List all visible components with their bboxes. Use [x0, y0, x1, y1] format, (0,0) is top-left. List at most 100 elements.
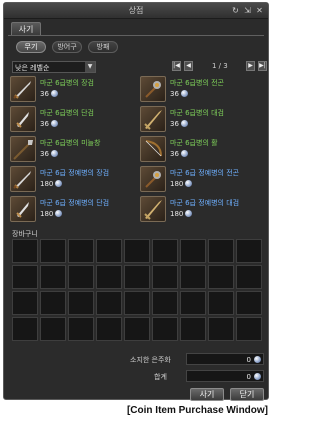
item-name: 마군 6급병의 대검: [170, 109, 224, 117]
sword-icon[interactable]: [10, 166, 36, 192]
resize-icon[interactable]: ⇲: [243, 6, 252, 15]
subtab-weapon[interactable]: 무기: [16, 41, 46, 53]
close-button[interactable]: 닫기: [230, 388, 264, 401]
coin-icon: [185, 210, 193, 217]
item-entry[interactable]: 마군 6급병의 대검 36: [140, 106, 266, 134]
cart-slot[interactable]: [236, 265, 262, 289]
cart-slot[interactable]: [152, 239, 178, 263]
item-name: 마군 6급 정예병의 전곤: [170, 169, 240, 177]
refresh-icon[interactable]: ↻: [231, 6, 240, 15]
tab-buy[interactable]: 사기: [11, 22, 41, 35]
item-price-value: 36: [170, 150, 179, 158]
cart-slot[interactable]: [68, 239, 94, 263]
item-price: 180: [40, 210, 63, 218]
cart-slot[interactable]: [40, 239, 66, 263]
sort-dropdown[interactable]: 낮은 레벨순 ▼: [12, 61, 96, 73]
item-entry[interactable]: 마군 6급병의 단검 36: [10, 106, 136, 134]
dagger-icon[interactable]: [10, 196, 36, 222]
cart-slot[interactable]: [12, 291, 38, 315]
subtab-shield[interactable]: 방패: [88, 41, 118, 53]
cart-slot[interactable]: [180, 317, 206, 341]
coin-icon: [55, 210, 63, 217]
cart-slot[interactable]: [180, 265, 206, 289]
cart-slot[interactable]: [208, 317, 234, 341]
coin-icon: [55, 180, 63, 187]
prev-page-icon[interactable]: ◀: [184, 61, 193, 71]
item-entry[interactable]: 마군 6급 정예병의 장검 180: [10, 166, 136, 194]
item-entry[interactable]: 마군 6급병의 전곤 36: [140, 76, 266, 104]
cart-slot[interactable]: [68, 317, 94, 341]
cart-slot[interactable]: [12, 317, 38, 341]
cart-slot[interactable]: [96, 265, 122, 289]
item-name: 마군 6급 정예병의 단검: [40, 199, 110, 207]
item-name: 마군 6급 정예병의 장검: [40, 169, 110, 177]
cart-slot[interactable]: [124, 239, 150, 263]
page-indicator: 1 / 3: [212, 62, 228, 70]
greatsword-icon[interactable]: [140, 196, 166, 222]
next-page-icon[interactable]: ▶: [246, 61, 255, 71]
item-price: 36: [40, 150, 58, 158]
item-entry[interactable]: 마군 6급병의 미늘창 36: [10, 136, 136, 164]
chevron-down-icon[interactable]: ▼: [85, 62, 95, 72]
owned-coins-label: 소지한 은주화: [130, 356, 171, 364]
polearm-icon[interactable]: [10, 136, 36, 162]
cart-slot[interactable]: [152, 291, 178, 315]
sort-label: 낮은 레벨순: [15, 64, 50, 72]
cart-slot[interactable]: [124, 317, 150, 341]
cart-slot[interactable]: [236, 291, 262, 315]
cart-slot[interactable]: [12, 239, 38, 263]
cart-slot[interactable]: [96, 317, 122, 341]
sword-icon[interactable]: [10, 76, 36, 102]
cart-slot[interactable]: [40, 291, 66, 315]
cart-slot[interactable]: [236, 239, 262, 263]
bow-icon[interactable]: [140, 136, 166, 162]
owned-coins-value: 0: [246, 356, 251, 364]
owned-coins-field: 0: [186, 353, 264, 365]
cart-slot[interactable]: [40, 317, 66, 341]
cart-slot[interactable]: [96, 239, 122, 263]
item-entry[interactable]: 마군 6급병의 장검 36: [10, 76, 136, 104]
first-page-icon[interactable]: |◀: [172, 61, 181, 71]
item-price-value: 180: [40, 210, 54, 218]
item-price-value: 180: [40, 180, 54, 188]
cart-slot[interactable]: [208, 239, 234, 263]
cart-slot[interactable]: [208, 291, 234, 315]
cart-slot[interactable]: [236, 317, 262, 341]
cart-slot[interactable]: [152, 265, 178, 289]
item-price-value: 180: [170, 180, 184, 188]
item-entry[interactable]: 마군 6급 정예병의 전곤 180: [140, 166, 266, 194]
dagger-icon[interactable]: [10, 106, 36, 132]
title-bar[interactable]: 상점 ↻ ⇲ ✕: [4, 3, 268, 19]
pager: |◀ ◀ 1 / 3 ▶ ▶|: [172, 61, 268, 73]
cart-slot[interactable]: [124, 265, 150, 289]
coin-icon: [254, 373, 261, 380]
item-entry[interactable]: 마군 6급 정예병의 단검 180: [10, 196, 136, 224]
mace-icon[interactable]: [140, 166, 166, 192]
item-name: 마군 6급병의 활: [170, 139, 218, 147]
cart-slot[interactable]: [180, 291, 206, 315]
total-field: 0: [186, 370, 264, 382]
cart-slot[interactable]: [12, 265, 38, 289]
cart-slot[interactable]: [180, 239, 206, 263]
last-page-icon[interactable]: ▶|: [258, 61, 267, 71]
item-price: 36: [170, 150, 188, 158]
buy-button[interactable]: 사기: [190, 388, 224, 401]
coin-icon: [50, 120, 58, 127]
cart-slot[interactable]: [124, 291, 150, 315]
cart-slot[interactable]: [40, 265, 66, 289]
cart-slot[interactable]: [96, 291, 122, 315]
cart-slot[interactable]: [152, 317, 178, 341]
cart-slot[interactable]: [68, 291, 94, 315]
cart-slot[interactable]: [208, 265, 234, 289]
cart-slot[interactable]: [68, 265, 94, 289]
item-entry[interactable]: 마군 6급 정예병의 대검 180: [140, 196, 266, 224]
close-icon[interactable]: ✕: [255, 6, 264, 15]
mace-icon[interactable]: [140, 76, 166, 102]
item-entry[interactable]: 마군 6급병의 활 36: [140, 136, 266, 164]
shop-window: 상점 ↻ ⇲ ✕ 사기 무기 방어구 방패 낮은 레벨순 ▼ |◀ ◀ 1 / …: [3, 2, 269, 401]
item-price-value: 36: [40, 120, 49, 128]
subtab-armor[interactable]: 방어구: [52, 41, 82, 53]
coin-icon: [185, 180, 193, 187]
greatsword-icon[interactable]: [140, 106, 166, 132]
coin-icon: [50, 90, 58, 97]
